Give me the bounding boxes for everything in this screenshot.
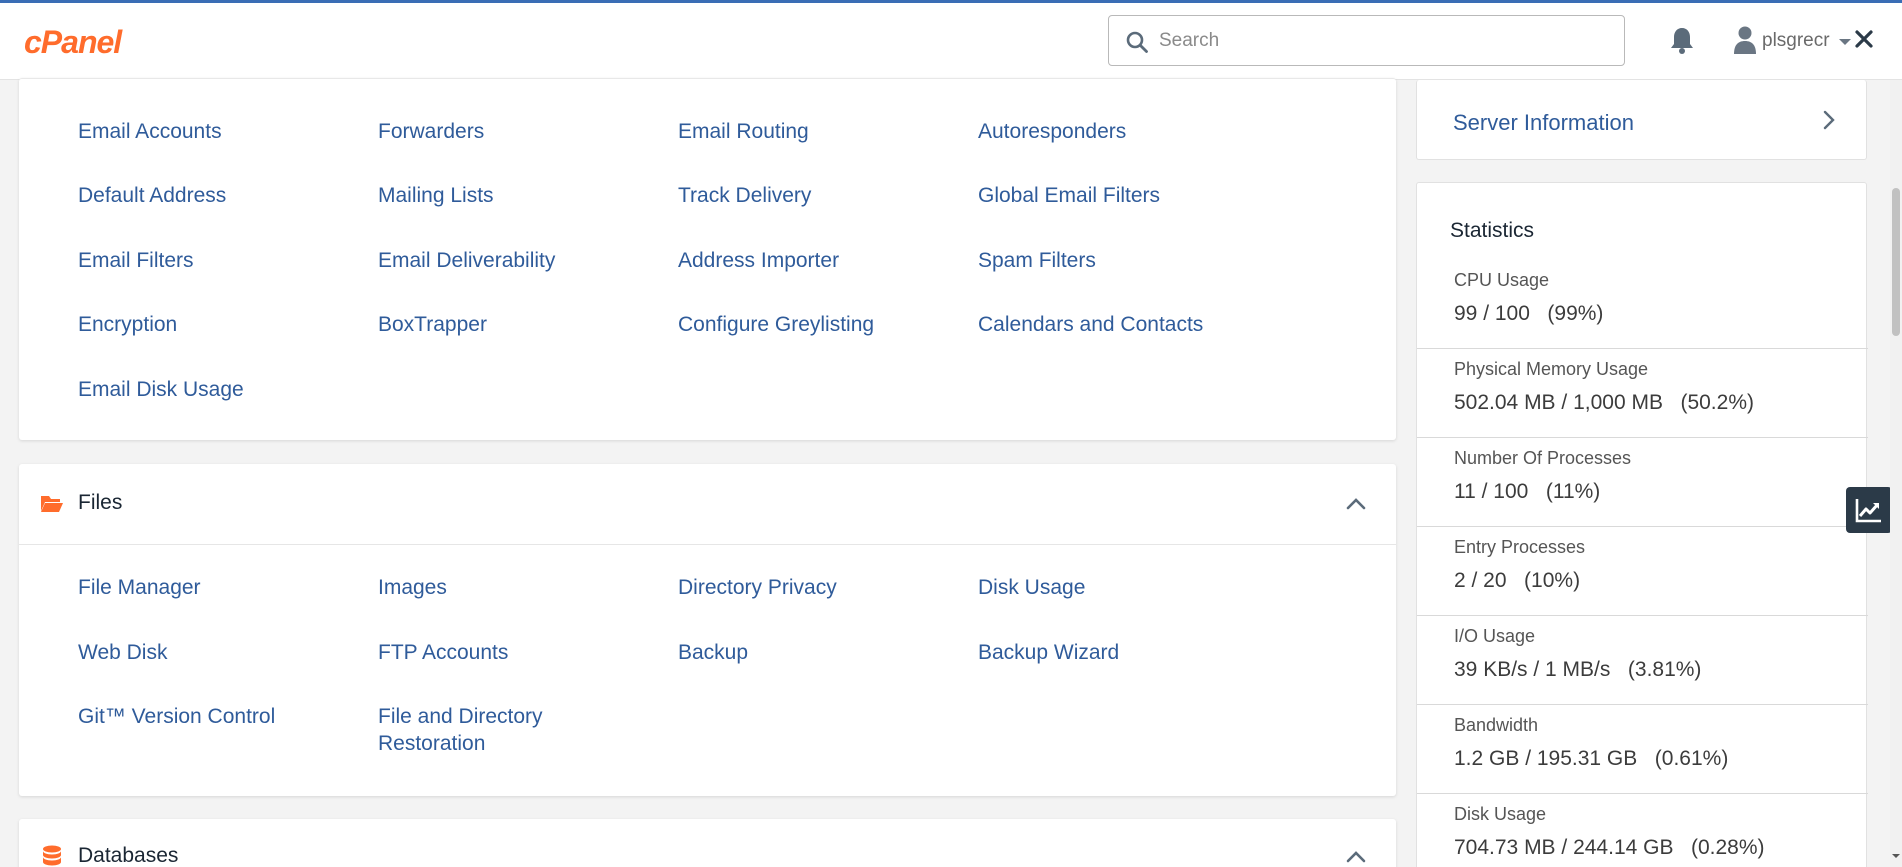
server-information-label[interactable]: Server Information (1453, 110, 1634, 136)
search-icon (1126, 31, 1148, 53)
stat-name: CPU Usage (1454, 270, 1550, 290)
databases-section-header[interactable]: Databases (19, 819, 1396, 867)
backup-wizard-link[interactable]: Backup Wizard (978, 639, 1119, 666)
stat-row-disk-usage: Disk Usage 704.73 MB / 244.14 GB (0.28%) (1417, 794, 1868, 867)
configure-greylisting-link[interactable]: Configure Greylisting (678, 311, 874, 338)
scrollbar-thumb[interactable] (1892, 188, 1900, 336)
statistics-chart-button[interactable] (1846, 487, 1892, 533)
stat-row-io-usage: I/O Usage 39 KB/s / 1 MB/s (3.81%) (1417, 616, 1868, 705)
close-icon[interactable] (1854, 29, 1874, 49)
address-importer-link[interactable]: Address Importer (678, 247, 839, 274)
cpanel-logo[interactable]: cPanel (24, 23, 164, 63)
global-email-filters-link[interactable]: Global Email Filters (978, 182, 1160, 209)
stat-value: 39 KB/s / 1 MB/s (3.81%) (1454, 658, 1702, 681)
directory-privacy-link[interactable]: Directory Privacy (678, 574, 837, 601)
chevron-down-icon[interactable] (1838, 37, 1852, 47)
file-and-directory-restoration-link[interactable]: File and Directory Restoration (378, 703, 618, 757)
stat-name: Disk Usage (1454, 804, 1547, 824)
stat-row-physical-memory: Physical Memory Usage 502.04 MB / 1,000 … (1417, 349, 1868, 438)
stat-value: 2 / 20 (10%) (1454, 569, 1581, 592)
email-accounts-link[interactable]: Email Accounts (78, 118, 222, 145)
username-label[interactable]: plsgrecr (1762, 30, 1830, 52)
user-icon[interactable] (1733, 25, 1757, 55)
email-deliverability-link[interactable]: Email Deliverability (378, 247, 555, 274)
email-filters-link[interactable]: Email Filters (78, 247, 194, 274)
web-disk-link[interactable]: Web Disk (78, 639, 167, 666)
stat-row-entry-processes: Entry Processes 2 / 20 (10%) (1417, 527, 1868, 616)
email-routing-link[interactable]: Email Routing (678, 118, 809, 145)
chevron-up-icon[interactable] (1346, 849, 1366, 863)
statistics-title: Statistics (1450, 219, 1535, 242)
folder-open-icon (41, 496, 63, 512)
track-delivery-link[interactable]: Track Delivery (678, 182, 811, 209)
chevron-up-icon[interactable] (1346, 496, 1366, 510)
server-information-card[interactable]: Server Information (1416, 80, 1867, 160)
file-manager-link[interactable]: File Manager (78, 574, 201, 601)
stat-name: Entry Processes (1454, 537, 1586, 557)
default-address-link[interactable]: Default Address (78, 182, 226, 209)
databases-section-title: Databases (78, 844, 179, 867)
stat-value: 99 / 100 (99%) (1454, 302, 1604, 325)
email-section-panel: Email Accounts Forwarders Email Routing … (19, 78, 1396, 440)
forwarders-link[interactable]: Forwarders (378, 118, 484, 145)
disk-usage-link[interactable]: Disk Usage (978, 574, 1085, 601)
stat-value: 704.73 MB / 244.14 GB (0.28%) (1454, 836, 1765, 859)
stat-name: Number Of Processes (1454, 448, 1632, 468)
statistics-card: Statistics CPU Usage 99 / 100 (99%) Phys… (1416, 182, 1868, 867)
images-link[interactable]: Images (378, 574, 447, 601)
files-section-header[interactable]: Files (19, 464, 1396, 545)
files-section-title: Files (78, 491, 123, 514)
databases-section-panel: Databases (19, 819, 1396, 867)
stat-value: 502.04 MB / 1,000 MB (50.2%) (1454, 391, 1754, 414)
search-bar[interactable] (1108, 15, 1625, 66)
stat-value: 11 / 100 (11%) (1454, 480, 1601, 503)
files-section-panel: Files File Manager Images Directory Priv… (19, 464, 1396, 796)
mailing-lists-link[interactable]: Mailing Lists (378, 182, 494, 209)
stat-row-number-of-processes: Number Of Processes 11 / 100 (11%) (1417, 438, 1868, 527)
logo-text: cPanel (24, 24, 123, 60)
scroll-down-arrow-icon[interactable] (1892, 852, 1900, 860)
backup-link[interactable]: Backup (678, 639, 748, 666)
stat-value: 1.2 GB / 195.31 GB (0.61%) (1454, 747, 1729, 770)
stat-row-cpu-usage: CPU Usage 99 / 100 (99%) (1417, 260, 1868, 349)
top-header: cPanel plsgrecr (0, 3, 1902, 80)
page-scrollbar[interactable] (1890, 80, 1902, 867)
email-disk-usage-link[interactable]: Email Disk Usage (78, 376, 244, 403)
stat-name: I/O Usage (1454, 626, 1536, 646)
autoresponders-link[interactable]: Autoresponders (978, 118, 1126, 145)
calendars-and-contacts-link[interactable]: Calendars and Contacts (978, 311, 1203, 338)
chart-line-icon (1855, 499, 1881, 523)
search-input[interactable] (1159, 25, 1599, 57)
chevron-right-icon[interactable] (1823, 110, 1835, 130)
database-icon (43, 845, 61, 866)
stat-row-bandwidth: Bandwidth 1.2 GB / 195.31 GB (0.61%) (1417, 705, 1868, 794)
spam-filters-link[interactable]: Spam Filters (978, 247, 1096, 274)
stat-name: Physical Memory Usage (1454, 359, 1649, 379)
stat-name: Bandwidth (1454, 715, 1539, 735)
ftp-accounts-link[interactable]: FTP Accounts (378, 639, 508, 666)
notification-bell-icon[interactable] (1669, 25, 1695, 55)
encryption-link[interactable]: Encryption (78, 311, 177, 338)
boxtrapper-link[interactable]: BoxTrapper (378, 311, 487, 338)
git-version-control-link[interactable]: Git™ Version Control (78, 703, 275, 730)
